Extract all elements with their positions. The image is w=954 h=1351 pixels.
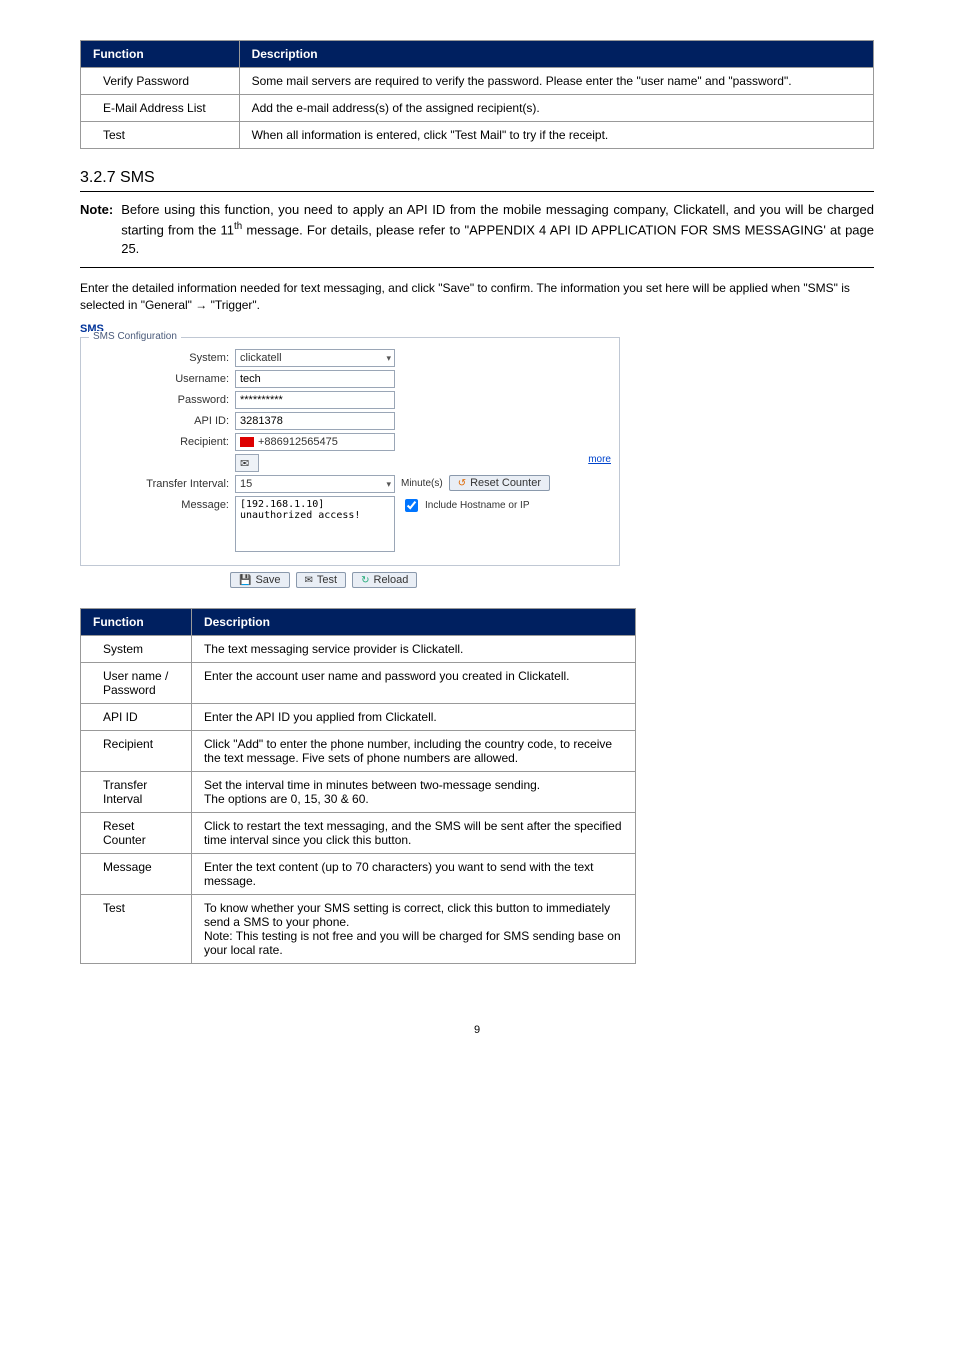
username-input[interactable] [235, 370, 395, 388]
table-row: Reset CounterClick to restart the text m… [81, 813, 636, 854]
apiid-input[interactable] [235, 412, 395, 430]
recipient-input[interactable]: +886912565475 [235, 433, 395, 451]
test-label: Test [317, 574, 337, 586]
label-interval: Transfer Interval: [89, 475, 235, 493]
section-heading: 3.2.7 SMS [80, 169, 874, 192]
table1-header-function: Function [81, 41, 240, 68]
system-select[interactable]: clickatell [235, 349, 395, 367]
page-number: 9 [80, 1024, 874, 1036]
cell: Some mail servers are required to verify… [239, 68, 873, 95]
mail-icon [305, 574, 313, 586]
recipient-value: +886912565475 [258, 436, 338, 448]
cell: Set the interval time in minutes between… [191, 772, 635, 813]
note-body: Before using this function, you need to … [121, 200, 874, 259]
cell: System [81, 636, 192, 663]
note-sup: th [234, 221, 242, 232]
table-row: MessageEnter the text content (up to 70 … [81, 854, 636, 895]
reload-icon [361, 574, 369, 586]
note-block: Note: Before using this function, you ne… [80, 200, 874, 268]
function-table-2: Function Description SystemThe text mess… [80, 608, 636, 964]
cell: Click to restart the text messaging, and… [191, 813, 635, 854]
table1-header-description: Description [239, 41, 873, 68]
table-row: TestTo know whether your SMS setting is … [81, 895, 636, 964]
more-link[interactable]: more [588, 454, 611, 465]
recipient-slot-icon[interactable]: ✉ [235, 454, 259, 472]
flag-icon [240, 437, 254, 447]
cell: Reset Counter [81, 813, 192, 854]
table-row: User name / PasswordEnter the account us… [81, 663, 636, 704]
cell: API ID [81, 704, 192, 731]
cell: Test [81, 895, 192, 964]
label-recipient: Recipient: [89, 433, 235, 451]
sms-panel: SMS SMS Configuration System: clickatell… [80, 323, 620, 588]
cell: Add the e-mail address(s) of the assigne… [239, 95, 873, 122]
label-username: Username: [89, 370, 235, 388]
cell: User name / Password [81, 663, 192, 704]
label-message: Message: [89, 496, 235, 514]
cell: The text messaging service provider is C… [191, 636, 635, 663]
reset-counter-button[interactable]: Reset Counter [449, 475, 550, 491]
include-hostname-label: Include Hostname or IP [425, 500, 530, 511]
cell: E-Mail Address List [81, 95, 240, 122]
table-row: RecipientClick "Add" to enter the phone … [81, 731, 636, 772]
table-row: SystemThe text messaging service provide… [81, 636, 636, 663]
include-hostname-checkbox[interactable] [405, 499, 418, 512]
cell: Message [81, 854, 192, 895]
sms-legend: SMS Configuration [89, 331, 181, 342]
cell: Verify Password [81, 68, 240, 95]
password-input[interactable] [235, 391, 395, 409]
system-value: clickatell [240, 352, 282, 364]
reload-button[interactable]: Reload [352, 572, 417, 588]
cell: Test [81, 122, 240, 149]
save-label: Save [255, 574, 280, 586]
cell: Transfer Interval [81, 772, 192, 813]
table-row: E-Mail Address List Add the e-mail addre… [81, 95, 874, 122]
function-table-1: Function Description Verify Password Som… [80, 40, 874, 149]
interval-value: 15 [240, 478, 252, 490]
table2-header-function: Function [81, 609, 192, 636]
interval-unit: Minute(s) [401, 478, 443, 489]
cell: To know whether your SMS setting is corr… [191, 895, 635, 964]
reload-label: Reload [374, 574, 409, 586]
cell: Click "Add" to enter the phone number, i… [191, 731, 635, 772]
disk-icon [239, 574, 251, 586]
table-row: Transfer IntervalSet the interval time i… [81, 772, 636, 813]
cell: Recipient [81, 731, 192, 772]
save-button[interactable]: Save [230, 572, 290, 588]
label-apiid: API ID: [89, 412, 235, 430]
intro-paragraph: Enter the detailed information needed fo… [80, 280, 874, 314]
reset-icon [458, 477, 466, 489]
message-textarea[interactable] [235, 496, 395, 552]
cell: Enter the account user name and password… [191, 663, 635, 704]
label-password: Password: [89, 391, 235, 409]
note-label: Note: [80, 200, 113, 259]
interval-select[interactable]: 15 [235, 475, 395, 493]
cell: Enter the text content (up to 70 charact… [191, 854, 635, 895]
reset-label: Reset Counter [470, 477, 541, 489]
test-button[interactable]: Test [296, 572, 347, 588]
cell: When all information is entered, click "… [239, 122, 873, 149]
table-row: Test When all information is entered, cl… [81, 122, 874, 149]
table-row: Verify Password Some mail servers are re… [81, 68, 874, 95]
cell: Enter the API ID you applied from Clicka… [191, 704, 635, 731]
table2-header-description: Description [191, 609, 635, 636]
table-row: API IDEnter the API ID you applied from … [81, 704, 636, 731]
label-system: System: [89, 349, 235, 367]
